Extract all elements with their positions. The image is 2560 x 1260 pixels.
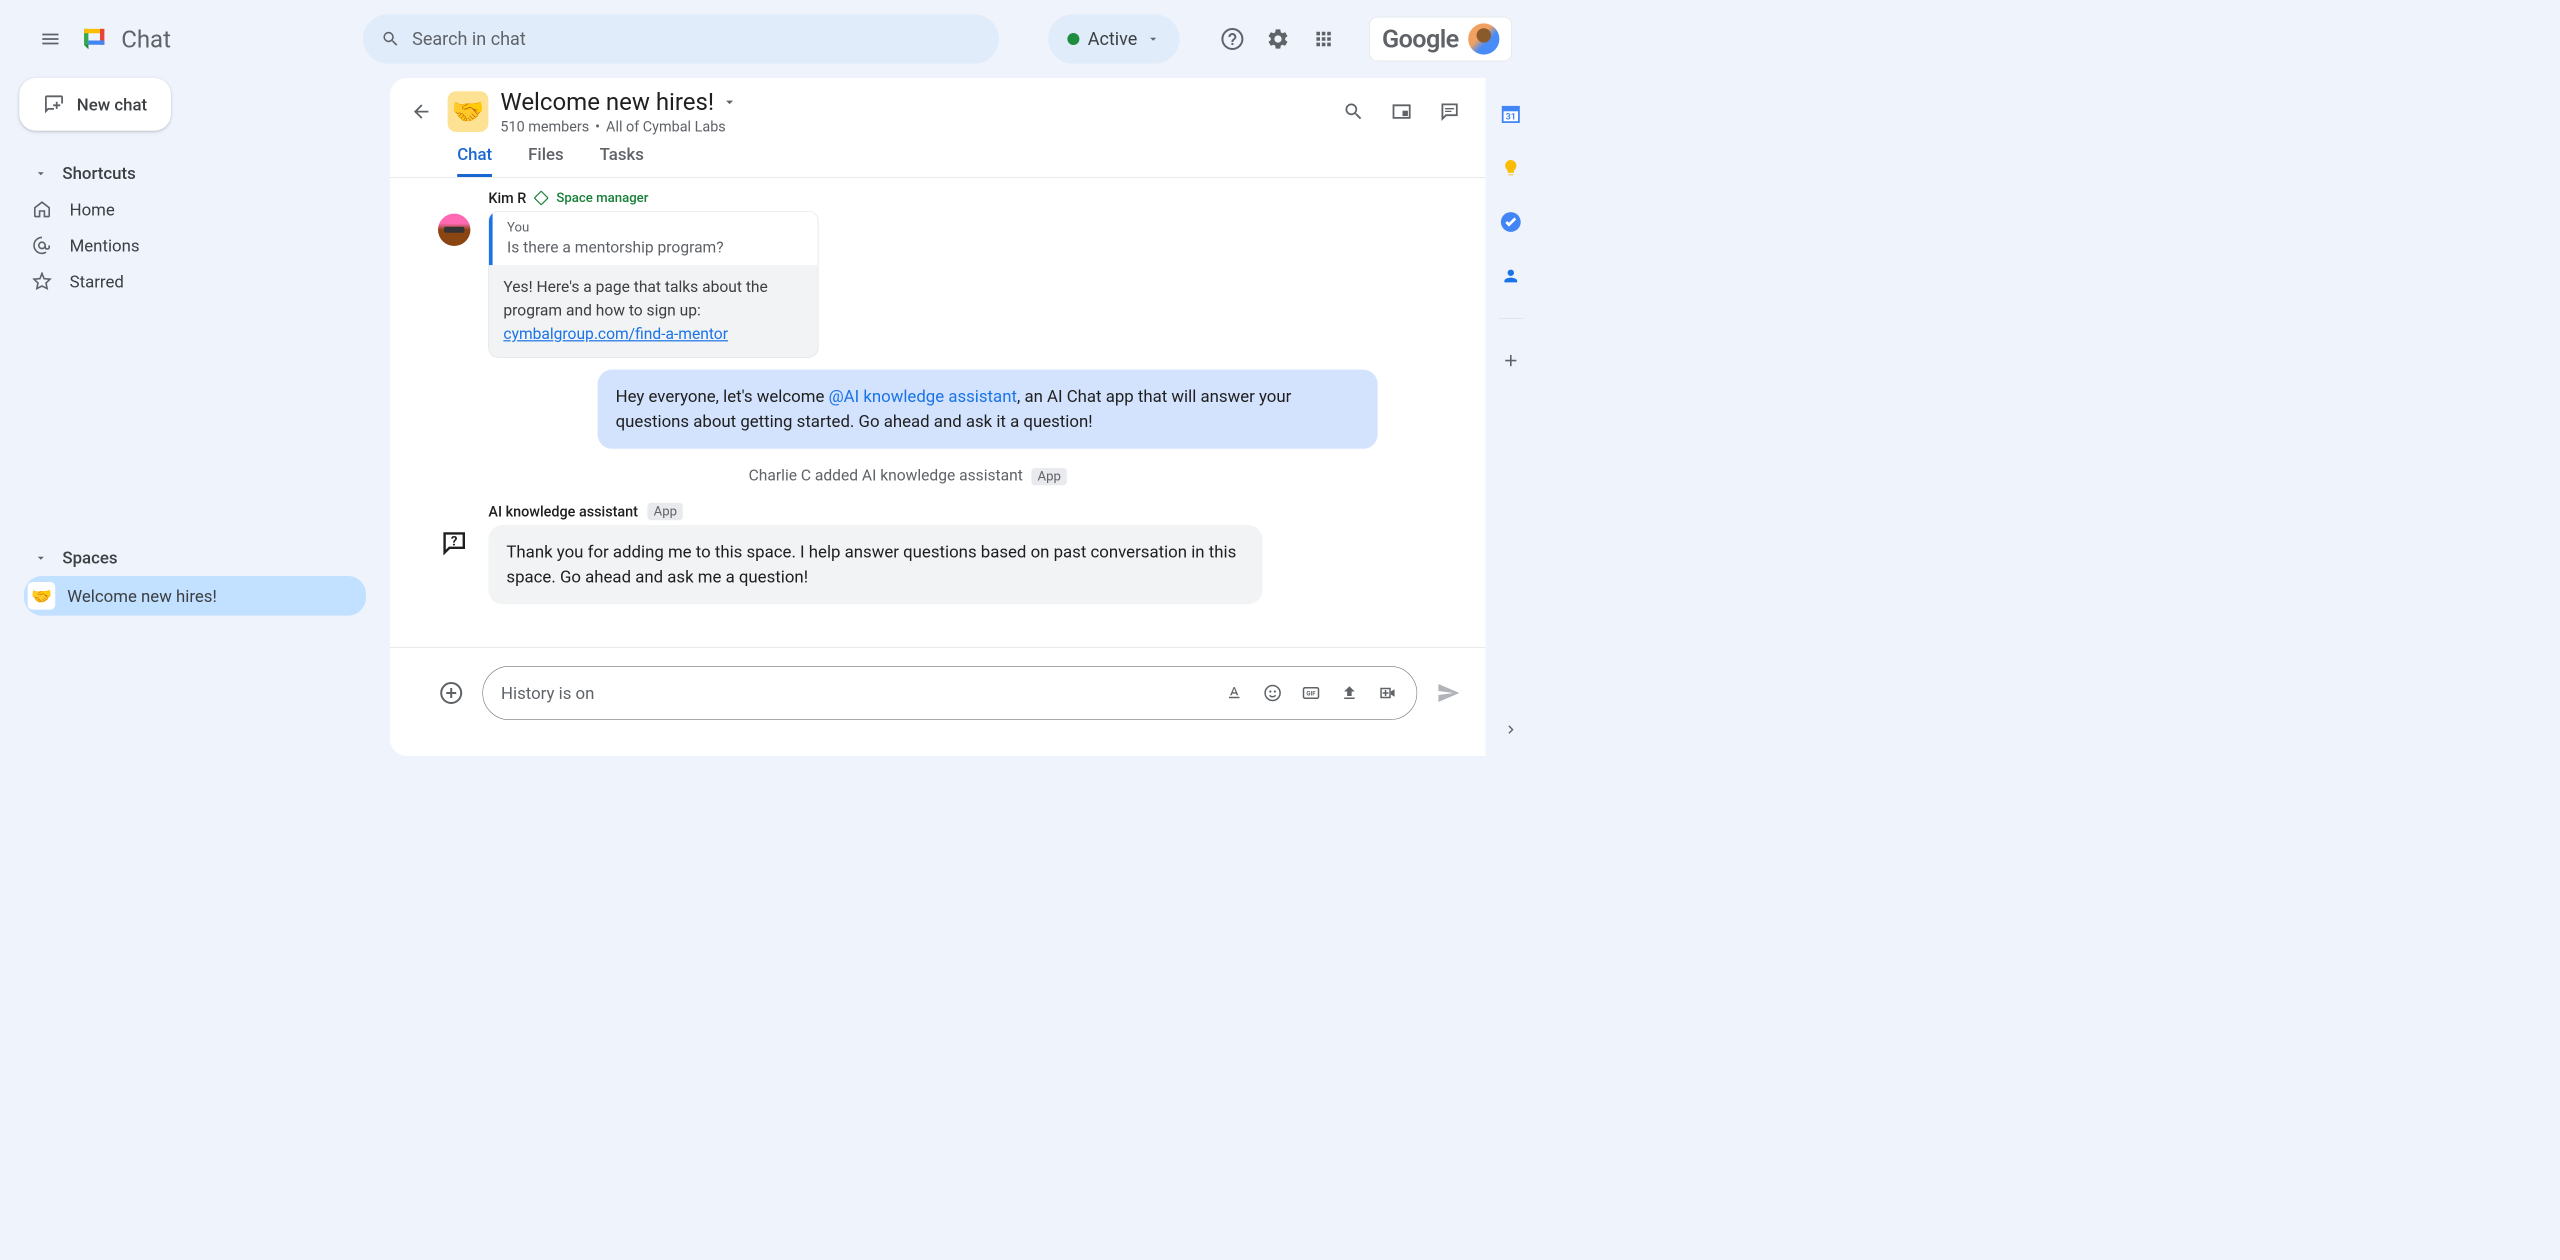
chevron-down-icon (1146, 32, 1160, 46)
spaces-label: Spaces (62, 548, 117, 568)
emoji-button[interactable] (1262, 682, 1284, 704)
threads-button[interactable] (1438, 99, 1462, 123)
format-button[interactable] (1223, 682, 1245, 704)
message-bubble: Hey everyone, let's welcome @AI knowledg… (598, 370, 1378, 449)
main-content: 🤝 Welcome new hires! 510 members•All of … (390, 78, 1486, 756)
sidebar-item-label: Starred (70, 272, 124, 292)
tasks-button[interactable] (1499, 210, 1523, 234)
composer-input[interactable]: History is on GIF (482, 666, 1417, 720)
app-badge: App (648, 503, 683, 520)
author-avatar[interactable]: ? (438, 527, 470, 559)
sidebar-item-home[interactable]: Home (24, 191, 366, 227)
sidebar-item-label: Home (70, 200, 115, 220)
search-input[interactable]: Search in chat (363, 14, 999, 63)
main-menu-button[interactable] (36, 25, 65, 54)
message-author: Kim R (488, 190, 526, 207)
sidebar-item-mentions[interactable]: Mentions (24, 227, 366, 263)
app-name: Chat (121, 25, 171, 53)
add-attachment-button[interactable] (438, 680, 464, 706)
space-tabs: Chat Files Tasks (390, 135, 1486, 178)
new-chat-label: New chat (77, 95, 147, 115)
composer: History is on GIF (390, 647, 1486, 756)
upload-button[interactable] (1339, 682, 1361, 704)
calendar-button[interactable]: 31 (1499, 102, 1523, 126)
reply-card: You Is there a mentorship program? Yes! … (488, 211, 818, 357)
user-avatar (1468, 23, 1499, 54)
space-search-button[interactable] (1342, 99, 1366, 123)
status-dot-icon (1067, 33, 1079, 45)
shortcuts-label: Shortcuts (62, 163, 135, 183)
tab-files[interactable]: Files (528, 145, 563, 177)
google-logo: Google (1382, 24, 1459, 53)
message-outgoing: Hey everyone, let's welcome @AI knowledg… (438, 370, 1462, 449)
app-logo[interactable]: Chat (77, 22, 171, 57)
video-button[interactable] (1377, 682, 1399, 704)
app-badge: App (1032, 468, 1067, 485)
svg-text:31: 31 (1506, 112, 1516, 122)
chat-icon (77, 22, 112, 57)
status-label: Active (1088, 29, 1138, 50)
tab-tasks[interactable]: Tasks (600, 145, 644, 177)
tab-chat[interactable]: Chat (457, 145, 492, 177)
search-icon (381, 29, 400, 48)
search-placeholder: Search in chat (412, 29, 526, 50)
expand-panel-button[interactable] (1502, 721, 1519, 738)
shortcuts-section[interactable]: Shortcuts (24, 155, 366, 192)
space-item-welcome[interactable]: 🤝 Welcome new hires! (24, 576, 366, 616)
chevron-down-icon (34, 551, 48, 565)
space-item-label: Welcome new hires! (67, 586, 217, 606)
at-icon (31, 235, 53, 257)
chevron-down-icon (34, 166, 48, 180)
side-panel: 31 (1486, 78, 1536, 756)
space-title-dropdown[interactable]: Welcome new hires! (500, 88, 1329, 116)
quote-author: You (507, 220, 803, 235)
status-dropdown[interactable]: Active (1048, 14, 1179, 63)
present-button[interactable] (1390, 99, 1414, 123)
mention-link[interactable]: @AI knowledge assistant (829, 386, 1017, 406)
new-chat-button[interactable]: New chat (19, 78, 171, 131)
google-account[interactable]: Google (1369, 17, 1512, 61)
message: ? AI knowledge assistant App Thank you f… (438, 503, 1462, 604)
message-role: Space manager (556, 191, 648, 206)
message-list: Kim R Space manager You Is there a mento… (390, 178, 1486, 648)
apps-button[interactable] (1312, 27, 1336, 51)
mentor-link[interactable]: cymbalgroup.com/find-a-mentor (503, 325, 728, 343)
contacts-button[interactable] (1499, 264, 1523, 288)
quote-text: Is there a mentorship program? (507, 239, 803, 257)
system-message: Charlie C added AI knowledge assistant A… (438, 467, 1462, 485)
space-emoji-icon: 🤝 (28, 582, 56, 610)
sidebar-item-starred[interactable]: Starred (24, 263, 366, 299)
keep-button[interactable] (1499, 156, 1523, 180)
reply-text: Yes! Here's a page that talks about the … (489, 265, 818, 357)
space-title: Welcome new hires! (500, 88, 714, 116)
gif-button[interactable]: GIF (1300, 682, 1322, 704)
get-addons-button[interactable] (1499, 349, 1523, 373)
sidebar: New chat Shortcuts Home Mentions Starred (0, 78, 390, 756)
author-avatar[interactable] (438, 214, 470, 246)
spaces-section[interactable]: Spaces (24, 539, 366, 576)
chevron-down-icon (721, 93, 738, 110)
sidebar-item-label: Mentions (70, 236, 140, 256)
space-meta: 510 members•All of Cymbal Labs (500, 118, 1329, 135)
message-author: AI knowledge assistant (488, 503, 638, 520)
help-button[interactable] (1221, 27, 1245, 51)
space-avatar: 🤝 (448, 91, 489, 132)
send-button[interactable] (1435, 680, 1461, 706)
new-chat-icon (43, 94, 65, 116)
svg-text:?: ? (451, 534, 458, 549)
star-icon (31, 271, 53, 293)
message: Kim R Space manager You Is there a mento… (438, 190, 1462, 358)
svg-text:GIF: GIF (1306, 691, 1316, 698)
composer-placeholder: History is on (501, 683, 1223, 703)
message-bubble: Thank you for adding me to this space. I… (488, 525, 1262, 604)
back-button[interactable] (407, 97, 436, 126)
home-icon (31, 199, 53, 221)
manager-badge-icon (534, 190, 549, 205)
settings-button[interactable] (1266, 27, 1290, 51)
